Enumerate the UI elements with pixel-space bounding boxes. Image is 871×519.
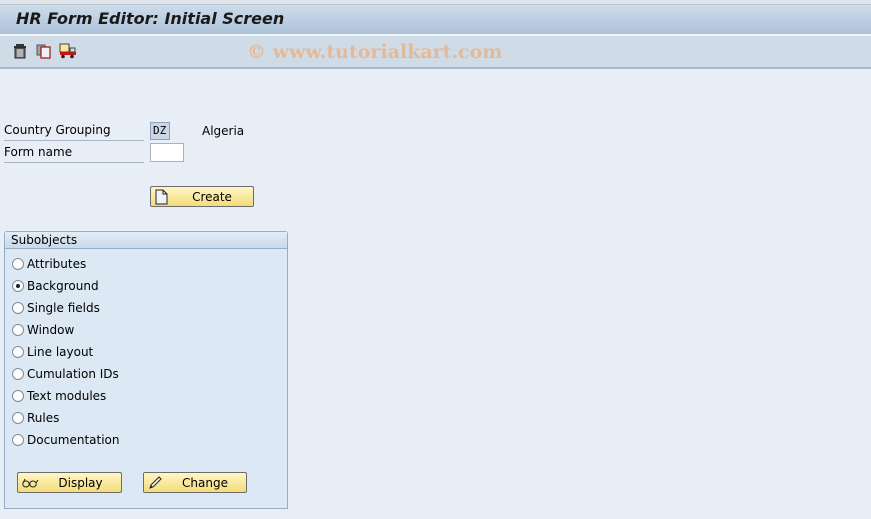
radio-button[interactable] — [12, 434, 24, 446]
change-button[interactable]: Change — [143, 472, 247, 493]
page-title: HR Form Editor: Initial Screen — [16, 9, 285, 28]
radio-button[interactable] — [12, 258, 24, 270]
country-grouping-field[interactable]: DZ — [150, 122, 170, 140]
radio-label: Single fields — [27, 301, 100, 315]
watermark: © www.tutorialkart.com — [247, 41, 503, 63]
display-button-label: Display — [58, 476, 103, 490]
create-button-label: Create — [192, 190, 232, 204]
radio-button[interactable] — [12, 324, 24, 336]
radio-button[interactable] — [12, 280, 24, 292]
application-toolbar: © www.tutorialkart.com — [0, 36, 871, 69]
form-name-input[interactable] — [150, 143, 184, 162]
subobjects-group: Subobjects Attributes Background Single … — [4, 231, 288, 509]
radio-label: Attributes — [27, 257, 87, 271]
title-bar: HR Form Editor: Initial Screen — [0, 5, 871, 36]
radio-button[interactable] — [12, 390, 24, 402]
change-button-label: Change — [182, 476, 228, 490]
form-name-label: Form name — [4, 143, 144, 163]
radio-label: Text modules — [27, 389, 107, 403]
create-button[interactable]: Create — [150, 186, 254, 207]
truck-icon[interactable] — [59, 43, 76, 59]
country-grouping-label: Country Grouping — [4, 121, 144, 141]
pencil-icon — [147, 475, 163, 491]
copy-icon[interactable] — [36, 43, 52, 59]
document-icon — [154, 189, 170, 205]
radio-label: Background — [27, 279, 99, 293]
trash-icon[interactable] — [12, 43, 28, 59]
radio-label: Rules — [27, 411, 60, 425]
radio-label: Window — [27, 323, 75, 337]
radio-button[interactable] — [12, 302, 24, 314]
radio-button[interactable] — [12, 346, 24, 358]
radio-label: Cumulation IDs — [27, 367, 119, 381]
radio-label: Documentation — [27, 433, 120, 447]
radio-label: Line layout — [27, 345, 94, 359]
display-button[interactable]: Display — [17, 472, 122, 493]
subobjects-title: Subobjects — [5, 232, 287, 249]
glasses-icon — [21, 475, 39, 491]
radio-button[interactable] — [12, 368, 24, 380]
radio-button[interactable] — [12, 412, 24, 424]
country-grouping-text: Algeria — [202, 124, 245, 138]
